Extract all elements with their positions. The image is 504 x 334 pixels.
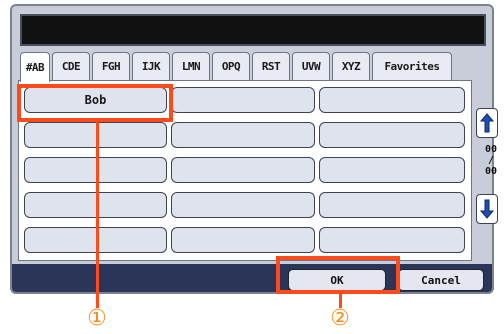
- tab-lmn[interactable]: LMN: [172, 52, 210, 80]
- address-book-panel: #AB CDE FGH IJK LMN OPQ RST UVW XYZ Favo…: [10, 4, 498, 294]
- tab-opq[interactable]: OPQ: [212, 52, 250, 80]
- list-item[interactable]: [319, 157, 465, 183]
- scroll-up-button[interactable]: [476, 108, 498, 138]
- callout-line-1: [96, 122, 99, 308]
- tab-fgh[interactable]: FGH: [92, 52, 130, 80]
- list-item[interactable]: [171, 87, 315, 113]
- page-total: 00: [484, 166, 498, 177]
- callout-number-1: ①: [87, 306, 107, 331]
- callout-number-2: ②: [330, 306, 350, 331]
- list-item[interactable]: [319, 122, 465, 148]
- cancel-button[interactable]: Cancel: [398, 269, 484, 291]
- arrow-down-icon: [480, 199, 494, 219]
- list-item[interactable]: [171, 157, 315, 183]
- list-item[interactable]: [319, 227, 465, 253]
- tab-uvw[interactable]: UVW: [292, 52, 330, 80]
- tab-ijk[interactable]: IJK: [132, 52, 170, 80]
- highlight-bob-entry: [17, 84, 173, 122]
- arrow-up-icon: [480, 113, 494, 133]
- list-item[interactable]: [171, 192, 315, 218]
- page-current: 00: [484, 144, 498, 155]
- tab-cde[interactable]: CDE: [52, 52, 90, 80]
- tab-rst[interactable]: RST: [252, 52, 290, 80]
- tab-xyz[interactable]: XYZ: [332, 52, 370, 80]
- list-item[interactable]: [319, 192, 465, 218]
- page-separator: /: [487, 155, 495, 166]
- selected-name-field: [20, 14, 486, 46]
- highlight-ok-button: [276, 256, 400, 294]
- scroll-down-button[interactable]: [476, 194, 498, 224]
- page-indicator: 00 / 00: [478, 144, 504, 177]
- list-item[interactable]: [171, 227, 315, 253]
- tab-favorites[interactable]: Favorites: [372, 52, 452, 80]
- tab-ab[interactable]: #AB: [20, 52, 50, 82]
- list-item[interactable]: [319, 87, 465, 113]
- list-item[interactable]: [171, 122, 315, 148]
